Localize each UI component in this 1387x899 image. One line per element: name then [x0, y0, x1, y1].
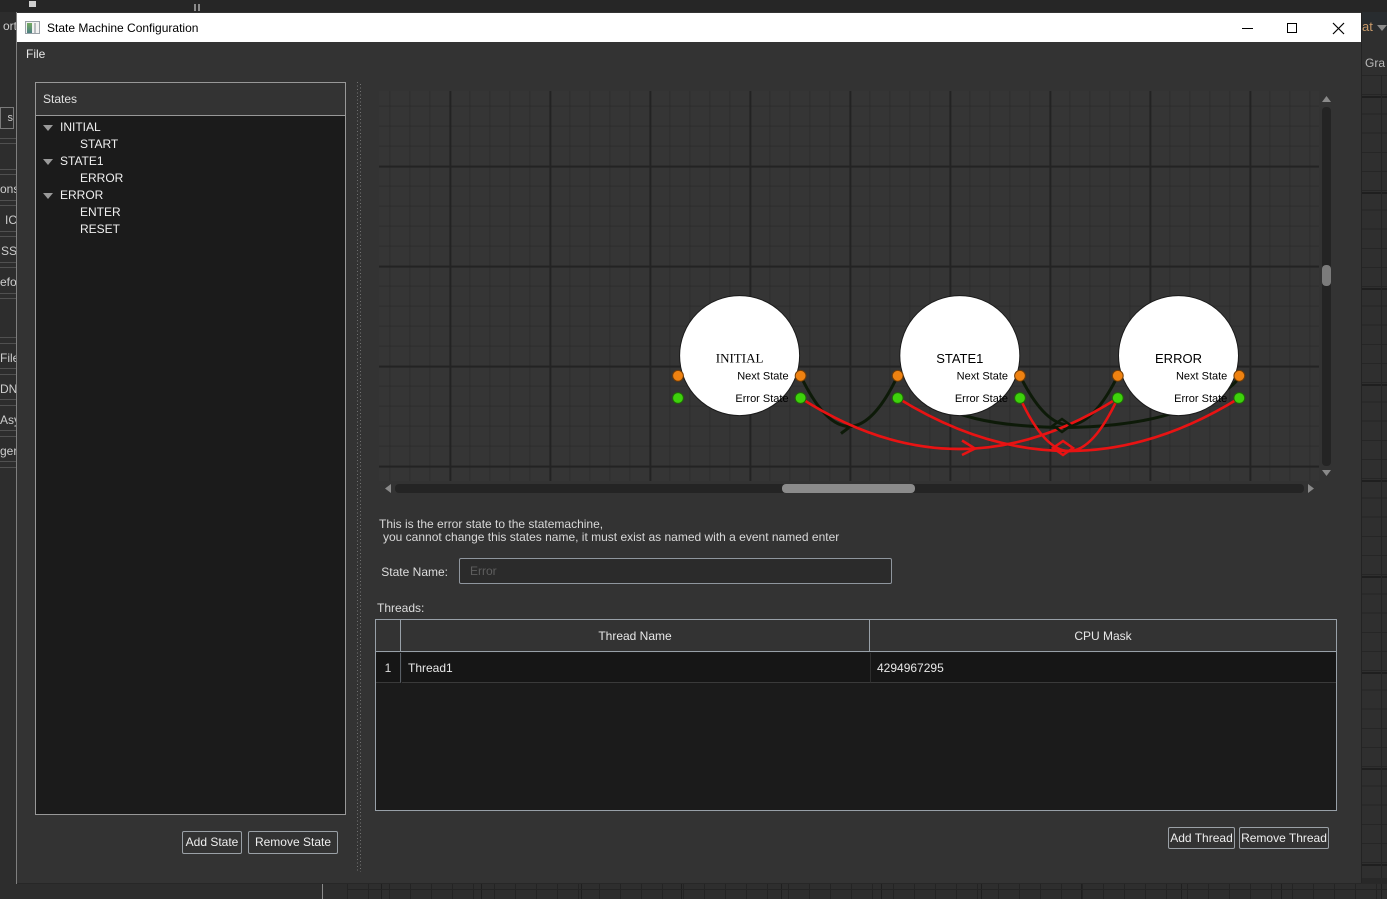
svg-text:Next State: Next State: [957, 371, 1008, 383]
svg-text:INITIAL: INITIAL: [716, 351, 764, 366]
svg-text:STATE1: STATE1: [936, 351, 983, 366]
svg-text:Error State: Error State: [735, 393, 788, 405]
svg-text:Next State: Next State: [737, 371, 788, 383]
svg-text:Error State: Error State: [1174, 393, 1227, 405]
svg-text:ERROR: ERROR: [1155, 351, 1202, 366]
svg-text:Error State: Error State: [955, 393, 1008, 405]
svg-text:Next State: Next State: [1176, 371, 1227, 383]
